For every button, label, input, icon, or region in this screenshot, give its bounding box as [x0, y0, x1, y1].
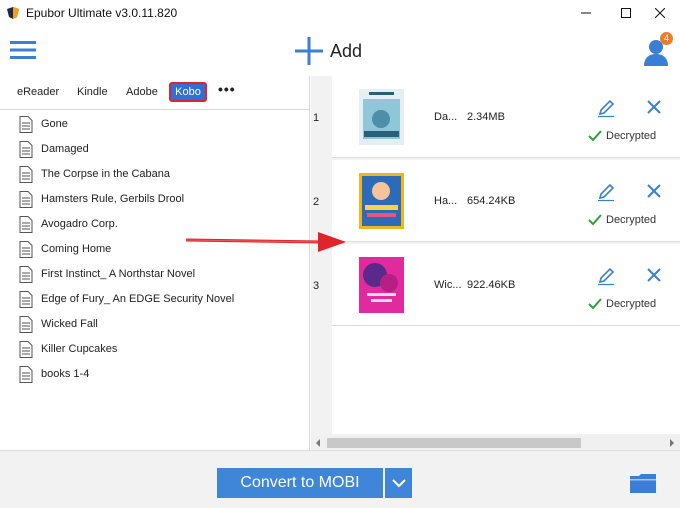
- queue-row[interactable]: 1 Da... 2.34MB Decrypted: [311, 76, 680, 158]
- book-title: Killer Cupcakes: [41, 343, 118, 355]
- minimize-button[interactable]: [566, 0, 606, 26]
- status-text: Decrypted: [606, 298, 657, 310]
- book-title: The Corpse in the Cabana: [41, 168, 171, 180]
- window-title: Epubor Ultimate v3.0.11.820: [26, 6, 178, 20]
- document-icon: [19, 116, 33, 133]
- tab-ereader[interactable]: eReader: [17, 86, 59, 98]
- document-icon: [19, 191, 33, 208]
- queue-row[interactable]: 3 Wic... 922.46KB Decrypted: [311, 244, 680, 326]
- conversion-queue: 1 Da... 2.34MB Decrypted 2 Ha... 654.24K…: [311, 76, 680, 450]
- file-size: 654.24KB: [467, 195, 516, 207]
- edit-pencil-icon[interactable]: [596, 98, 616, 118]
- status-text: Decrypted: [606, 214, 657, 226]
- remove-x-icon[interactable]: [647, 268, 661, 282]
- queue-empty-area: [332, 326, 680, 434]
- maximize-icon: [621, 8, 631, 18]
- file-size: 2.34MB: [467, 111, 505, 123]
- tab-kindle[interactable]: Kindle: [77, 86, 108, 98]
- document-icon: [19, 341, 33, 358]
- file-name: Wic...: [434, 279, 462, 291]
- queue-row[interactable]: 2 Ha... 654.24KB Decrypted: [311, 160, 680, 242]
- book-cover-image: [359, 173, 404, 229]
- book-title: Damaged: [41, 143, 89, 155]
- list-item[interactable]: Edge of Fury_ An EDGE Security Novel: [0, 287, 310, 312]
- book-title: Avogadro Corp.: [41, 218, 118, 230]
- format-dropdown-button[interactable]: [385, 468, 412, 498]
- book-title: Hamsters Rule, Gerbils Drool: [41, 193, 185, 205]
- status-badge: Decrypted: [588, 214, 656, 226]
- title-bar: Epubor Ultimate v3.0.11.820: [0, 0, 680, 26]
- plus-icon: [295, 37, 323, 65]
- queue-card: Da... 2.34MB Decrypted: [332, 76, 680, 158]
- document-icon: [19, 266, 33, 283]
- tab-kobo[interactable]: Kobo: [169, 82, 207, 102]
- add-label: Add: [330, 40, 363, 61]
- row-index: 1: [313, 112, 320, 124]
- list-item[interactable]: Killer Cupcakes: [0, 337, 310, 362]
- row-index: 3: [313, 280, 320, 292]
- list-item[interactable]: Gone: [0, 112, 310, 137]
- list-item[interactable]: Wicked Fall: [0, 312, 310, 337]
- book-cover-image: [359, 89, 404, 145]
- document-icon: [19, 241, 33, 258]
- horizontal-scrollbar[interactable]: [311, 436, 680, 450]
- add-button[interactable]: Add: [294, 35, 362, 67]
- library-panel: eReader Kindle Adobe Kobo ••• Gone Damag…: [0, 76, 310, 450]
- document-icon: [19, 166, 33, 183]
- file-name: Da...: [434, 111, 458, 123]
- list-item[interactable]: Damaged: [0, 137, 310, 162]
- check-icon: [588, 214, 602, 226]
- book-title: Gone: [41, 118, 68, 130]
- document-icon: [19, 141, 33, 158]
- list-item[interactable]: First Instinct_ A Northstar Novel: [0, 262, 310, 287]
- check-icon: [588, 130, 602, 142]
- list-item[interactable]: books 1-4: [0, 362, 310, 387]
- tab-adobe[interactable]: Adobe: [126, 86, 158, 98]
- book-title: Wicked Fall: [41, 318, 98, 330]
- status-badge: Decrypted: [588, 298, 656, 310]
- scroll-right-icon[interactable]: [668, 439, 676, 447]
- close-window-button[interactable]: [640, 0, 680, 26]
- chevron-down-icon: [391, 478, 406, 487]
- status-badge: Decrypted: [588, 130, 656, 142]
- remove-x-icon[interactable]: [647, 100, 661, 114]
- scroll-left-icon[interactable]: [314, 439, 322, 447]
- epubor-logo-icon: [7, 7, 19, 19]
- folder-icon[interactable]: [630, 473, 656, 493]
- close-icon: [655, 8, 665, 18]
- row-index: 2: [313, 196, 320, 208]
- status-text: Decrypted: [606, 130, 657, 142]
- edit-pencil-icon[interactable]: [596, 266, 616, 286]
- book-title: First Instinct_ A Northstar Novel: [41, 268, 196, 280]
- hamburger-menu-icon[interactable]: [10, 39, 36, 61]
- document-icon: [19, 316, 33, 333]
- list-item[interactable]: Hamsters Rule, Gerbils Drool: [0, 187, 310, 212]
- document-icon: [19, 366, 33, 383]
- annotation-arrow-icon: [185, 232, 346, 252]
- toolbar: Add 4: [0, 26, 680, 76]
- queue-card: Ha... 654.24KB Decrypted: [332, 160, 680, 242]
- notification-badge: 4: [660, 32, 673, 45]
- file-size: 922.46KB: [467, 279, 516, 291]
- minimize-icon: [581, 12, 591, 14]
- tab-more[interactable]: •••: [218, 81, 236, 97]
- book-title: Edge of Fury_ An EDGE Security Novel: [41, 293, 235, 305]
- bottom-bar: Convert to MOBI: [0, 450, 680, 508]
- queue-card: Wic... 922.46KB Decrypted: [332, 244, 680, 326]
- book-title: Coming Home: [41, 243, 112, 255]
- user-account-button[interactable]: 4: [642, 32, 674, 66]
- edit-pencil-icon[interactable]: [596, 182, 616, 202]
- source-tabs: eReader Kindle Adobe Kobo •••: [0, 76, 310, 110]
- book-cover-image: [359, 257, 404, 313]
- list-item[interactable]: The Corpse in the Cabana: [0, 162, 310, 187]
- scrollbar-thumb[interactable]: [327, 438, 581, 448]
- convert-button[interactable]: Convert to MOBI: [217, 468, 383, 498]
- document-icon: [19, 291, 33, 308]
- file-name: Ha...: [434, 195, 458, 207]
- remove-x-icon[interactable]: [647, 184, 661, 198]
- document-icon: [19, 216, 33, 233]
- book-title: books 1-4: [41, 368, 90, 380]
- check-icon: [588, 298, 602, 310]
